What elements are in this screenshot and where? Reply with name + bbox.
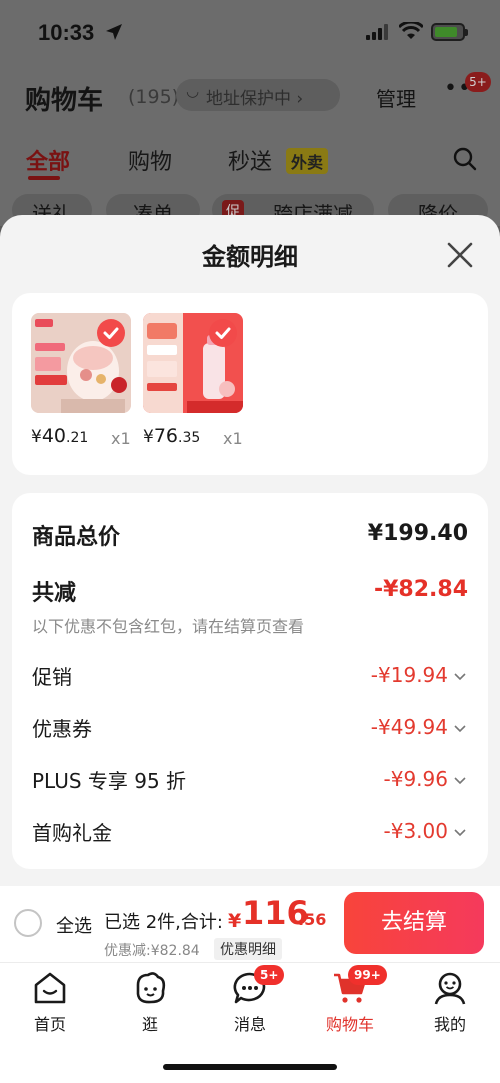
tab-cart[interactable]: 99+ 购物车 xyxy=(310,965,390,1035)
product-quantity: x1 xyxy=(111,429,131,448)
search-icon[interactable] xyxy=(452,146,478,172)
select-all-checkbox[interactable] xyxy=(14,909,42,937)
chevron-down-icon xyxy=(454,724,466,732)
tab-shopping[interactable]: 购物 xyxy=(128,144,172,176)
total-reduction-label: 共减 xyxy=(32,581,77,606)
status-time: 10:33 xyxy=(38,20,95,45)
tab-profile-label: 我的 xyxy=(433,1015,466,1034)
home-indicator xyxy=(163,1064,337,1070)
selected-count-text: 已选 2件,合计: xyxy=(104,912,223,933)
address-protection-label: 地址保护中 xyxy=(206,89,291,109)
location-arrow-icon xyxy=(106,24,122,40)
discount-value-promotion[interactable]: -¥19.94 xyxy=(371,663,466,687)
status-bar: 10:33 xyxy=(0,0,500,66)
cart-badge: 99+ xyxy=(348,965,387,985)
product-price: ¥40.21 xyxy=(31,425,89,447)
discount-amount: -¥3.00 xyxy=(383,819,448,843)
discount-value-first-purchase[interactable]: -¥3.00 xyxy=(384,819,466,843)
checkout-bar: 全选 已选 2件,合计: ¥ 116 .56 优惠减:¥82.84 优惠明细 去… xyxy=(0,886,500,962)
discount-amount: -¥19.94 xyxy=(370,663,448,687)
total-decimal: .56 xyxy=(298,910,327,929)
messages-badge: 5+ xyxy=(254,965,285,985)
tab-messages-label: 消息 xyxy=(233,1015,266,1034)
product-image xyxy=(143,313,243,413)
profile-icon xyxy=(434,972,466,1005)
close-icon[interactable] xyxy=(444,239,476,271)
discount-detail-button[interactable]: 优惠明细 xyxy=(214,938,282,960)
discount-label-first-purchase: 首购礼金 xyxy=(32,821,112,845)
discount-label-promotion: 促销 xyxy=(32,665,72,689)
wifi-icon xyxy=(399,22,423,39)
browse-icon xyxy=(136,972,166,1004)
tab-browse-label: 逛 xyxy=(141,1015,158,1034)
total-price-value: ¥199.40 xyxy=(367,521,468,546)
tab-profile[interactable]: 我的 xyxy=(410,971,490,1035)
discount-amount: -¥9.96 xyxy=(383,767,448,791)
address-protection-chip[interactable]: ◡ 地址保护中 › xyxy=(176,79,340,111)
sheet-title: 金额明细 xyxy=(202,243,298,271)
discount-summary: 优惠减:¥82.84 xyxy=(104,943,200,959)
home-icon xyxy=(34,972,66,1004)
tab-home-label: 首页 xyxy=(33,1015,66,1034)
discount-value-plus[interactable]: -¥9.96 xyxy=(384,767,466,791)
battery-icon xyxy=(431,23,468,41)
total-price-label: 商品总价 xyxy=(32,525,121,550)
chevron-down-icon xyxy=(454,776,466,784)
checkout-button[interactable]: 去结算 xyxy=(344,892,484,954)
selected-check-icon xyxy=(209,319,237,347)
chevron-down-icon xyxy=(454,828,466,836)
product-quantity: x1 xyxy=(223,429,243,448)
cart-title: 购物车 xyxy=(25,86,104,116)
tab-flash-delivery[interactable]: 秒送 xyxy=(228,144,272,176)
chevron-right-icon: › xyxy=(296,89,304,109)
waimai-badge: 外卖 xyxy=(286,148,329,174)
tab-cart-label: 购物车 xyxy=(325,1015,374,1034)
product-image xyxy=(31,313,131,413)
price-summary-card: 商品总价 ¥199.40 共减 -¥82.84 以下优惠不包含红包，请在结算页查… xyxy=(12,493,488,869)
tab-home[interactable]: 首页 xyxy=(10,971,90,1035)
discount-value-coupon[interactable]: -¥49.94 xyxy=(371,715,466,739)
chevron-down-icon xyxy=(454,672,466,680)
selected-check-icon xyxy=(97,319,125,347)
smile-icon: ◡ xyxy=(186,82,200,100)
tab-underline xyxy=(28,176,60,180)
tab-all[interactable]: 全部 xyxy=(26,144,70,176)
total-reduction-value: -¥82.84 xyxy=(373,577,468,602)
products-card: ¥40.21 x1 ¥76.35 x1 xyxy=(12,293,488,475)
cart-count: (195) xyxy=(128,86,180,108)
cellular-signal-icon xyxy=(366,24,388,40)
discount-label-coupon: 优惠券 xyxy=(32,717,92,741)
discount-label-plus: PLUS 专享 95 折 xyxy=(32,769,187,793)
red-packet-note: 以下优惠不包含红包，请在结算页查看 xyxy=(32,617,305,636)
tab-messages[interactable]: 5+ 消息 xyxy=(210,965,290,1035)
tab-browse[interactable]: 逛 xyxy=(110,971,190,1035)
product-price: ¥76.35 xyxy=(143,425,201,447)
manage-button[interactable]: 管理 xyxy=(376,83,416,112)
total-currency: ¥ xyxy=(228,910,242,932)
discount-amount: -¥49.94 xyxy=(370,715,448,739)
cart-page-background: 购物车 (195) ◡ 地址保护中 › 管理 ••• 5+ 全部 购物 秒送 外… xyxy=(0,66,500,226)
select-all-label[interactable]: 全选 xyxy=(56,912,92,938)
more-badge: 5+ xyxy=(465,72,491,92)
